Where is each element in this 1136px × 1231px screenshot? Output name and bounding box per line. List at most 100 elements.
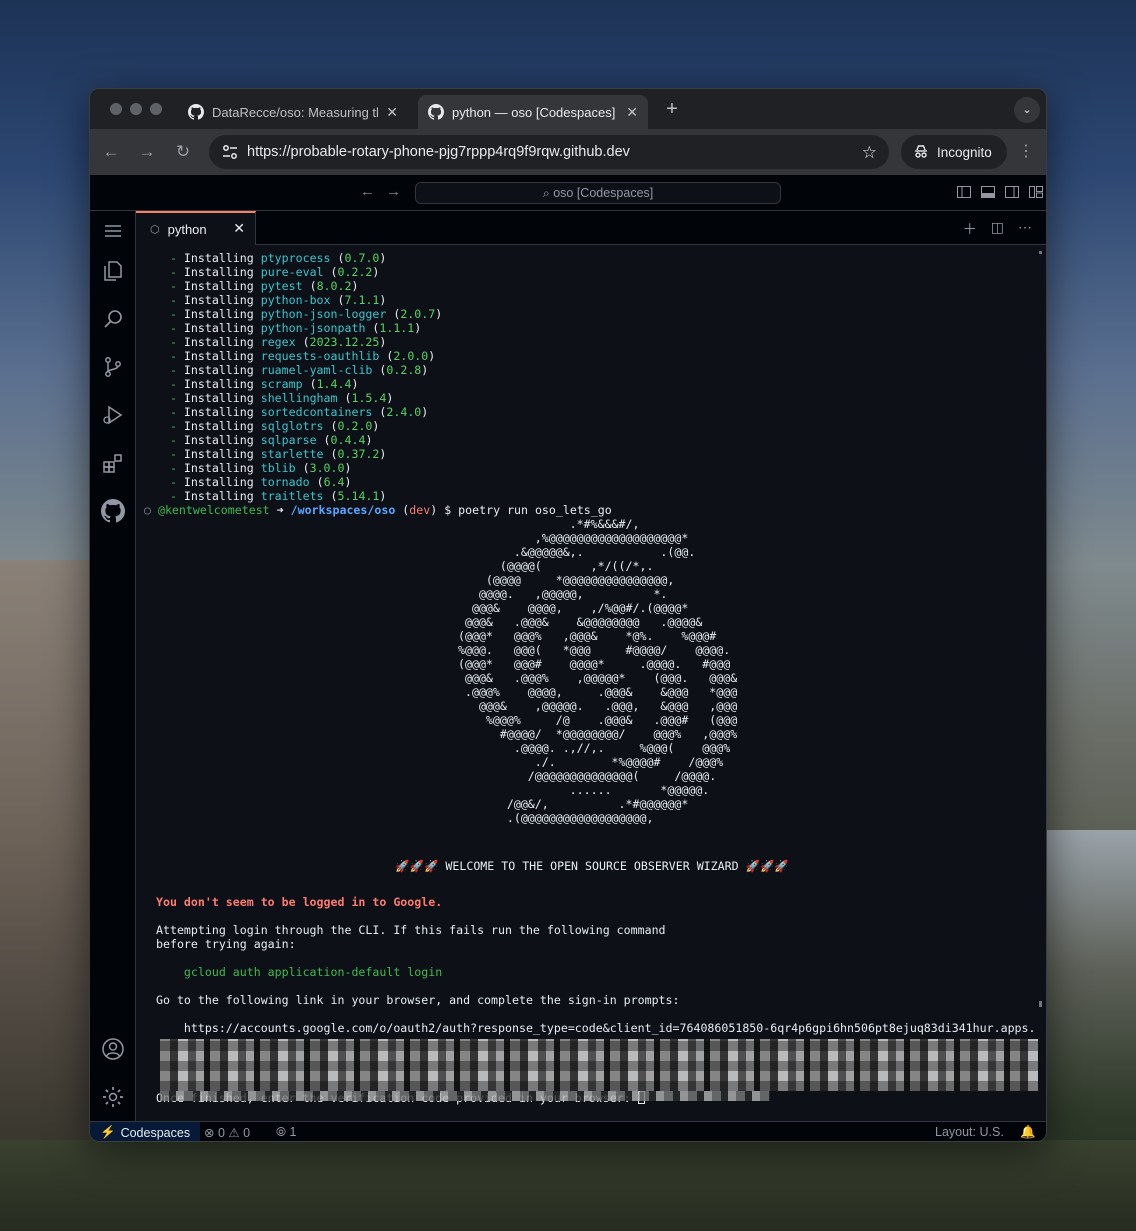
terminal-panel[interactable]: - Installing ptyprocess (0.7.0) - Instal…	[136, 245, 1046, 1121]
install-prefix: Installing	[183, 335, 254, 349]
extensions-icon[interactable]	[101, 451, 125, 475]
install-line: - Installing sqlglotrs (0.2.0)	[156, 419, 380, 433]
install-prefix: Installing	[183, 489, 254, 503]
problems-indicator[interactable]: ⊗ 0 ⚠ 0	[204, 1125, 250, 1140]
forward-arrow-icon[interactable]: →	[136, 141, 158, 163]
remote-icon: ⚡	[100, 1125, 116, 1139]
warning-icon: ⚠	[228, 1126, 240, 1140]
package-name: sortedcontainers	[260, 405, 373, 419]
install-prefix: Installing	[183, 251, 254, 265]
package-version: 2023.12.25	[309, 335, 380, 349]
search-icon[interactable]	[101, 307, 125, 331]
install-line: - Installing python-jsonpath (1.1.1)	[156, 321, 422, 335]
reload-icon[interactable]: ↻	[172, 141, 194, 163]
install-line: - Installing pure-eval (0.2.2)	[156, 265, 380, 279]
browser-tab-repo[interactable]: DataRecce/oso: Measuring th ✕	[178, 95, 408, 129]
prompt-line: ○ @kentwelcometest ➜ /workspaces/oso (de…	[144, 503, 612, 517]
install-line: - Installing tornado (6.4)	[156, 475, 352, 489]
nav-forward-icon[interactable]: →	[386, 183, 401, 200]
command-center-label: oso [Codespaces]	[553, 186, 654, 200]
incognito-indicator[interactable]: Incognito	[901, 135, 1007, 169]
accounts-icon[interactable]	[101, 1037, 125, 1061]
install-line: - Installing sqlparse (0.4.4)	[156, 433, 373, 447]
terminal-icon: ⬡	[150, 223, 160, 236]
install-prefix: Installing	[183, 363, 254, 377]
package-version: 0.37.2	[337, 447, 380, 461]
more-menu-icon[interactable]: ⋮	[1018, 141, 1034, 161]
notifications-bell-icon[interactable]: 🔔	[1020, 1125, 1036, 1140]
scroll-indicator	[1039, 251, 1042, 254]
close-tab-icon[interactable]: ✕	[386, 104, 398, 121]
install-prefix: Installing	[183, 349, 254, 363]
source-control-icon[interactable]	[101, 355, 125, 379]
bullet-dash: -	[156, 349, 184, 363]
tab-title: python — oso [Codespaces] -	[452, 104, 619, 120]
background-mountain-left	[0, 560, 100, 1231]
github-icon	[428, 104, 444, 120]
tab-terminal-python[interactable]: ⬡ python ✕	[136, 211, 256, 245]
keyboard-layout[interactable]: Layout: U.S.	[935, 1125, 1004, 1139]
package-name: sqlparse	[260, 433, 317, 447]
toggle-primary-sidebar-icon[interactable]	[956, 184, 972, 200]
ports-count: 1	[289, 1125, 297, 1139]
install-prefix: Installing	[183, 377, 254, 391]
remote-indicator[interactable]: ⚡ Codespaces	[90, 1122, 201, 1141]
bullet-dash: -	[156, 265, 184, 279]
status-bar: ⚡ Codespaces ⊗ 0 ⚠ 0 ⦾ 1 Layout: U.S. 🔔	[90, 1121, 1046, 1141]
prompt-arrow: ➜	[276, 503, 284, 517]
toggle-panel-icon[interactable]	[980, 184, 996, 200]
prompt-branch: dev	[409, 503, 431, 517]
command-center[interactable]: ⌕ oso [Codespaces]	[415, 182, 781, 204]
back-arrow-icon[interactable]: ←	[100, 141, 122, 163]
zoom-window-button[interactable]	[150, 103, 162, 115]
package-version: 2.4.0	[386, 405, 422, 419]
browser-tab-codespace[interactable]: python — oso [Codespaces] - ✕	[418, 95, 648, 129]
nav-back-icon[interactable]: ←	[360, 183, 375, 200]
package-version: 2.0.0	[393, 349, 429, 363]
warning-count: 0	[243, 1126, 251, 1140]
incognito-icon	[915, 145, 927, 158]
menu-icon[interactable]	[101, 219, 125, 243]
install-line: - Installing tblib (3.0.0)	[156, 461, 352, 475]
run-debug-icon[interactable]	[101, 403, 125, 427]
attempt-login-text: before trying again:	[156, 937, 296, 951]
error-icon: ⊗	[204, 1126, 215, 1140]
new-terminal-icon[interactable]: ＋	[963, 219, 977, 239]
install-prefix: Installing	[183, 433, 254, 447]
toggle-secondary-sidebar-icon[interactable]	[1004, 184, 1020, 200]
tab-strip: DataRecce/oso: Measuring th ✕ python — o…	[90, 89, 1046, 129]
close-window-button[interactable]	[110, 103, 122, 115]
prompt-user: @kentwelcometest	[157, 503, 270, 517]
customize-layout-icon[interactable]	[1028, 184, 1044, 200]
install-prefix: Installing	[183, 293, 254, 307]
ports-indicator[interactable]: ⦾ 1	[276, 1125, 296, 1140]
bookmark-star-icon[interactable]: ☆	[862, 143, 877, 163]
install-prefix: Installing	[183, 265, 254, 279]
close-icon[interactable]: ✕	[233, 220, 245, 237]
bullet-dash: -	[156, 293, 184, 307]
gear-icon[interactable]	[101, 1085, 125, 1109]
bullet-dash: -	[156, 279, 184, 293]
install-line: - Installing pytest (8.0.2)	[156, 279, 359, 293]
new-tab-button[interactable]: +	[660, 97, 684, 121]
prompt-command: $ poetry run oso_lets_go	[444, 503, 612, 517]
incognito-label: Incognito	[937, 144, 992, 160]
background-forest	[0, 1140, 1136, 1231]
close-tab-icon[interactable]: ✕	[626, 104, 638, 121]
address-bar[interactable]: https://probable-rotary-phone-pjg7rppp4r…	[209, 135, 889, 169]
package-name: ptyprocess	[260, 251, 331, 265]
site-settings-icon[interactable]	[221, 143, 239, 161]
scroll-indicator	[1039, 1001, 1042, 1007]
install-line: - Installing python-box (7.1.1)	[156, 293, 387, 307]
tab-search-chevron-icon[interactable]: ⌄	[1014, 97, 1040, 123]
explorer-icon[interactable]	[101, 259, 125, 283]
github-icon[interactable]	[101, 499, 125, 523]
bullet-dash: -	[156, 307, 184, 321]
package-version: 7.1.1	[344, 293, 380, 307]
more-actions-icon[interactable]: ⋯	[1018, 219, 1032, 239]
minimize-window-button[interactable]	[130, 103, 142, 115]
split-editor-icon[interactable]: ◫	[991, 219, 1004, 239]
package-version: 6.4	[323, 475, 345, 489]
package-name: pytest	[260, 279, 303, 293]
prompt-path: /workspaces/oso	[290, 503, 396, 517]
